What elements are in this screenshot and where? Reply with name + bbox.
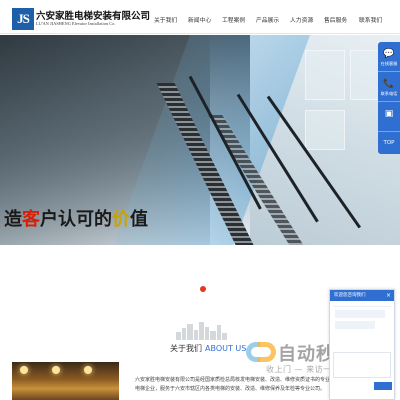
about-photo bbox=[12, 362, 119, 400]
wechat-icon: ▣ bbox=[384, 109, 394, 119]
skyline-icon bbox=[176, 322, 228, 340]
banner-window bbox=[305, 50, 345, 100]
nav-item-cases[interactable]: 工程案例 bbox=[222, 15, 245, 24]
watermark-logo-icon bbox=[244, 340, 280, 364]
floating-side-bar: 💬 在线客服 📞 联系电话 ▣ TOP bbox=[378, 42, 400, 154]
side-item-label: 联系电话 bbox=[380, 91, 398, 96]
logo-mark: JS bbox=[12, 8, 34, 30]
nav-item-products[interactable]: 产品展示 bbox=[256, 15, 279, 24]
company-name-en: LU'AN JIASHENG Elevator Installation Co. bbox=[36, 21, 116, 26]
chat-title: 欢迎您咨询我们 bbox=[334, 293, 366, 298]
chat-input[interactable] bbox=[333, 352, 391, 378]
slider-dot[interactable] bbox=[200, 286, 206, 292]
side-online-service[interactable]: 💬 在线客服 bbox=[378, 42, 400, 72]
site-logo[interactable]: JS 六安家胜电梯安装有限公司 LU'AN JIASHENG Elevator … bbox=[12, 8, 152, 30]
nav-item-hr[interactable]: 人力资源 bbox=[290, 15, 313, 24]
chat-panel: 欢迎您咨询我们 × bbox=[329, 289, 395, 400]
chat-header[interactable]: 欢迎您咨询我们 bbox=[330, 290, 394, 301]
close-icon[interactable]: × bbox=[386, 290, 391, 301]
banner-window bbox=[305, 110, 345, 150]
back-to-top-button[interactable]: TOP bbox=[378, 132, 400, 154]
company-name-cn: 六安家胜电梯安装有限公司 bbox=[36, 11, 151, 22]
nav-item-contact[interactable]: 联系我们 bbox=[359, 15, 382, 24]
chat-icon: 💬 bbox=[383, 49, 395, 59]
banner-window bbox=[350, 50, 380, 100]
nav-item-news[interactable]: 新闻中心 bbox=[188, 15, 211, 24]
phone-icon: 📞 bbox=[383, 79, 395, 89]
side-wechat[interactable]: ▣ bbox=[378, 102, 400, 132]
chat-message bbox=[335, 310, 385, 318]
page: JS 六安家胜电梯安装有限公司 LU'AN JIASHENG Elevator … bbox=[0, 0, 400, 400]
side-item-label: 在线客服 bbox=[380, 61, 398, 66]
about-description: 六安家胜电梯安装有限公司是经国家质检总局核发电梯安装、改造、维修资质证书的专业化… bbox=[135, 377, 336, 392]
nav-item-about[interactable]: 关于我们 bbox=[154, 15, 177, 24]
banner-slogan: 造客户认可的价值 bbox=[4, 209, 148, 230]
side-phone[interactable]: 📞 联系电话 bbox=[378, 72, 400, 102]
chat-send-button[interactable] bbox=[374, 382, 392, 390]
chat-message bbox=[335, 321, 375, 329]
nav-item-service[interactable]: 售后服务 bbox=[324, 15, 347, 24]
site-header: JS 六安家胜电梯安装有限公司 LU'AN JIASHENG Elevator … bbox=[0, 0, 400, 34]
about-section-title: 关于我们 ABOUT US bbox=[170, 344, 247, 353]
hero-banner[interactable]: 造客户认可的价值 bbox=[0, 35, 400, 245]
